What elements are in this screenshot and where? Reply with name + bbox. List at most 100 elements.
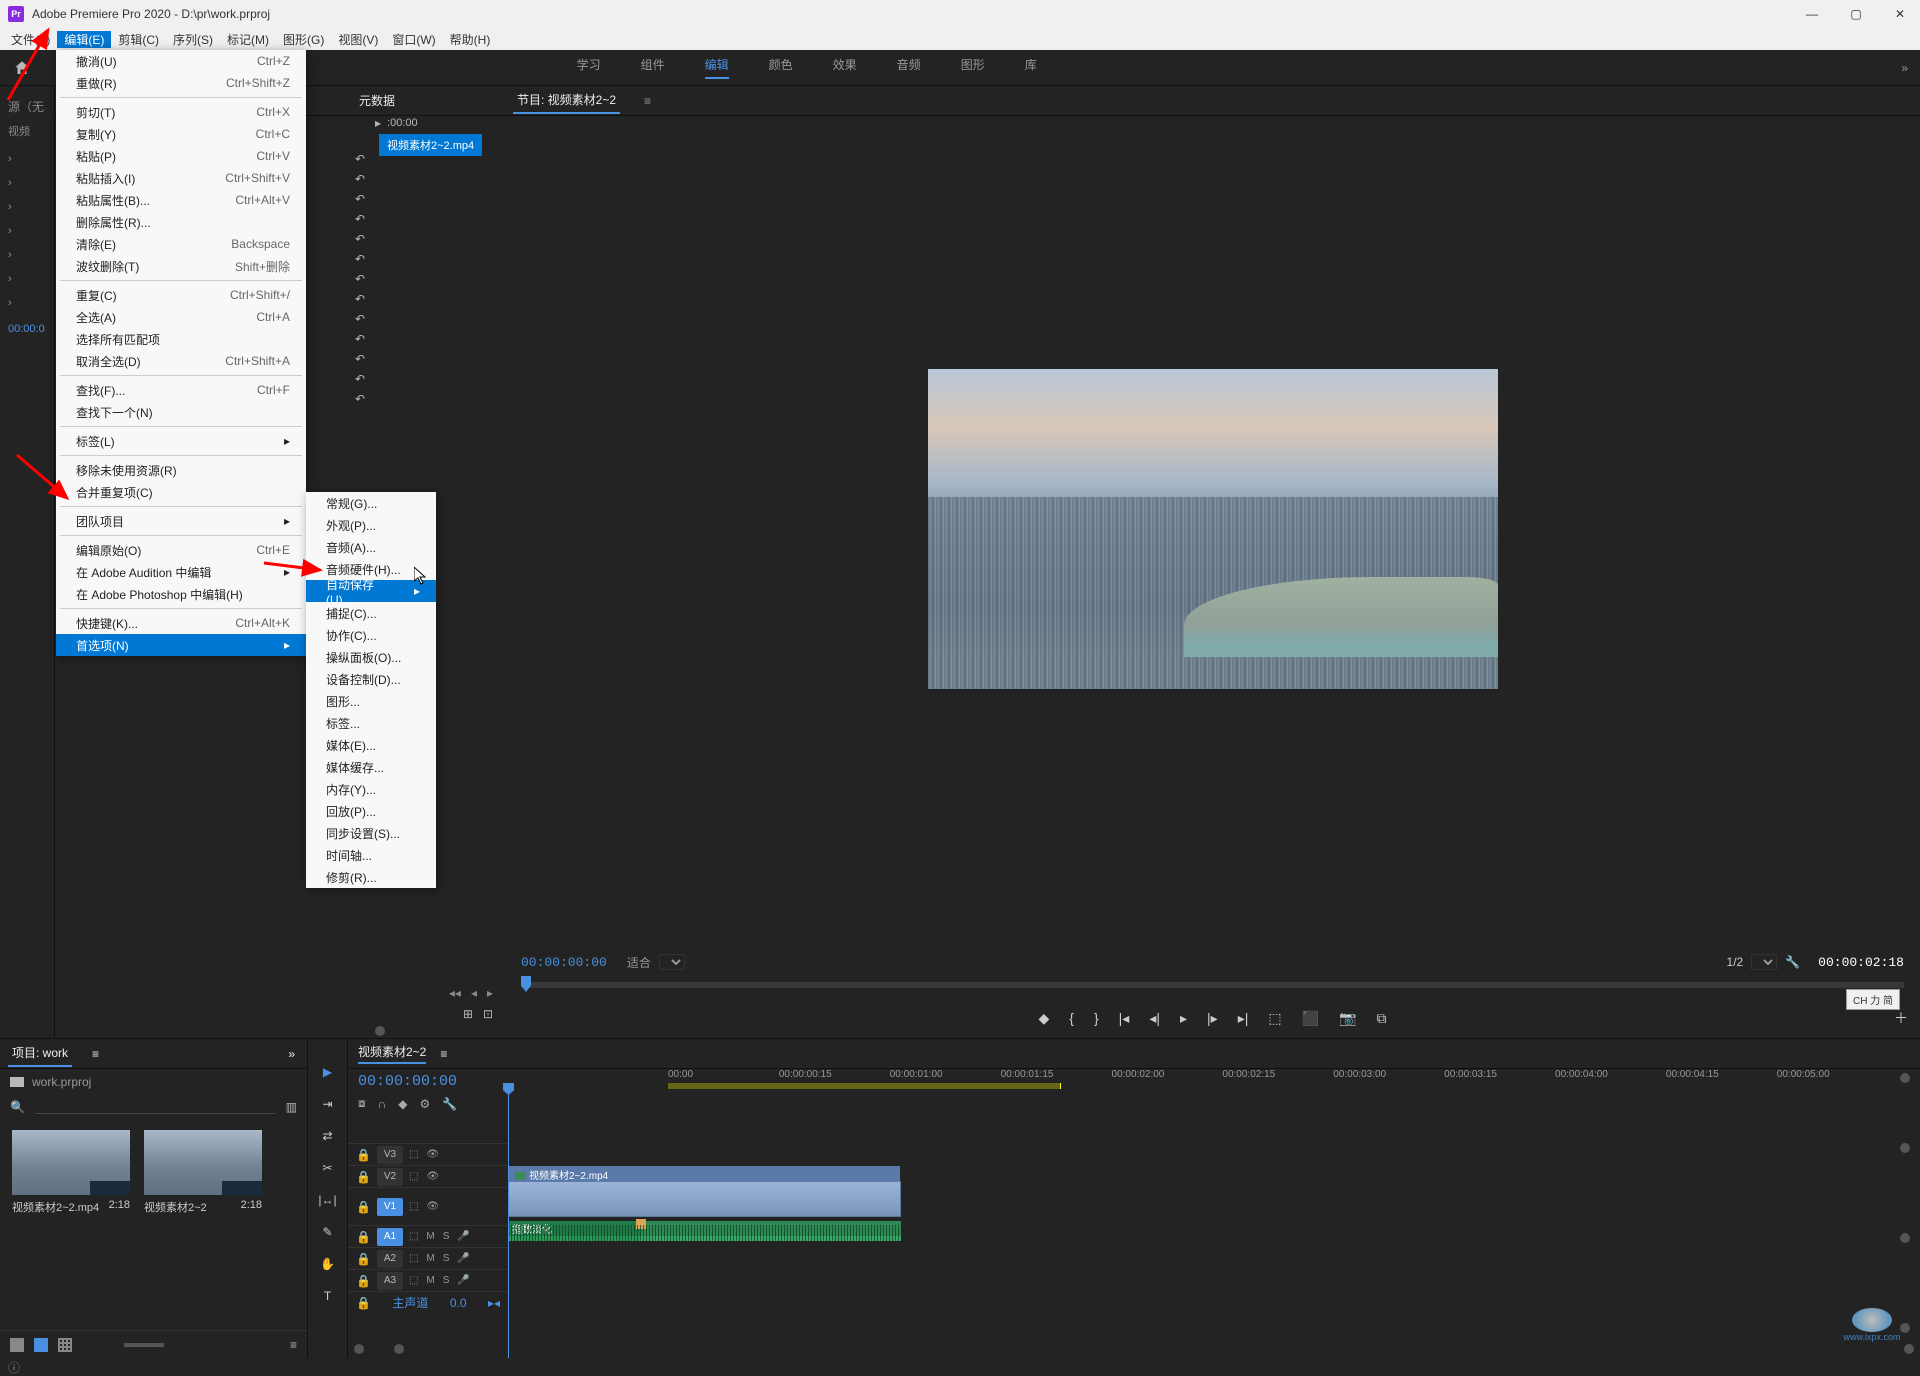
source-overwrite-icon[interactable]: ⊡: [483, 1007, 493, 1021]
program-scrubber[interactable]: [505, 974, 1920, 998]
mute-icon[interactable]: M: [426, 1231, 434, 1242]
search-icon[interactable]: 🔍: [10, 1100, 25, 1114]
video-clip[interactable]: 视频素材2~2.mp4: [508, 1181, 901, 1217]
workspace-audio[interactable]: 音频: [897, 56, 921, 79]
submenu-item[interactable]: 时间轴...: [306, 844, 436, 866]
menu-item[interactable]: 选择所有匹配项: [56, 328, 306, 350]
menu-item[interactable]: 查找(F)...Ctrl+F: [56, 379, 306, 401]
workspace-library[interactable]: 库: [1025, 56, 1037, 79]
lock-icon[interactable]: 🔒: [356, 1200, 371, 1214]
undo-loop-icon[interactable]: ↶: [355, 252, 365, 266]
vscroll-handle[interactable]: [1900, 1143, 1910, 1153]
workspace-edit[interactable]: 编辑: [705, 56, 729, 79]
ime-indicator[interactable]: CH 力 简: [1846, 989, 1900, 1010]
submenu-item[interactable]: 媒体缓存...: [306, 756, 436, 778]
export-frame-icon[interactable]: 📷: [1339, 1010, 1356, 1027]
mark-out-icon[interactable]: }: [1094, 1010, 1099, 1026]
type-tool-icon[interactable]: T: [317, 1287, 339, 1305]
track-a1[interactable]: A1: [377, 1228, 403, 1246]
workspace-assembly[interactable]: 组件: [641, 56, 665, 79]
pen-tool-icon[interactable]: ✎: [317, 1223, 339, 1241]
work-area[interactable]: [668, 1083, 1061, 1089]
solo-icon[interactable]: S: [443, 1275, 450, 1286]
submenu-item[interactable]: 同步设置(S)...: [306, 822, 436, 844]
menu-edit[interactable]: 编辑(E): [57, 31, 111, 48]
voice-icon[interactable]: 🎤: [457, 1231, 469, 1242]
undo-loop-icon[interactable]: ↶: [355, 292, 365, 306]
hscroll-handle[interactable]: [354, 1344, 364, 1354]
close-button[interactable]: ✕: [1888, 2, 1912, 26]
submenu-item[interactable]: 图形...: [306, 690, 436, 712]
toggle-output-icon[interactable]: ⬚: [409, 1149, 418, 1160]
lock-icon[interactable]: 🔒: [356, 1170, 371, 1184]
panel-menu-icon[interactable]: ≡: [440, 1047, 447, 1061]
toggle-sync-icon[interactable]: ⬚: [409, 1231, 418, 1242]
panel-menu-icon[interactable]: ≡: [88, 1043, 103, 1065]
menu-item[interactable]: 粘贴属性(B)...Ctrl+Alt+V: [56, 189, 306, 211]
undo-loop-icon[interactable]: ↶: [355, 312, 365, 326]
submenu-item[interactable]: 设备控制(D)...: [306, 668, 436, 690]
undo-loop-icon[interactable]: ↶: [355, 392, 365, 406]
slip-tool-icon[interactable]: |↔|: [317, 1191, 339, 1209]
hand-tool-icon[interactable]: ✋: [317, 1255, 339, 1273]
extract-icon[interactable]: ⬛: [1302, 1010, 1319, 1027]
workspace-graphics[interactable]: 图形: [961, 56, 985, 79]
track-v2[interactable]: V2: [377, 1168, 403, 1186]
toggle-eye-icon[interactable]: 👁: [426, 1201, 439, 1212]
maximize-button[interactable]: ▢: [1844, 2, 1868, 26]
mute-icon[interactable]: M: [426, 1253, 434, 1264]
track-a3[interactable]: A3: [377, 1272, 403, 1290]
undo-loop-icon[interactable]: ↶: [355, 332, 365, 346]
lift-icon[interactable]: ⬚: [1268, 1010, 1281, 1027]
new-bin-icon[interactable]: ▥: [286, 1100, 297, 1114]
source-nav-first-icon[interactable]: ◂◂: [449, 986, 461, 1000]
workspace-learn[interactable]: 学习: [577, 56, 601, 79]
menu-window[interactable]: 窗口(W): [385, 31, 442, 48]
submenu-item[interactable]: 协作(C)...: [306, 624, 436, 646]
track-v1[interactable]: V1: [377, 1198, 403, 1216]
vscroll-handle[interactable]: [1900, 1073, 1910, 1083]
zoom-slider[interactable]: [124, 1343, 164, 1347]
menu-help[interactable]: 帮助(H): [443, 31, 498, 48]
undo-loop-icon[interactable]: ↶: [355, 152, 365, 166]
toggle-output-icon[interactable]: ⬚: [409, 1171, 418, 1182]
selection-tool-icon[interactable]: ▶: [317, 1063, 339, 1081]
source-insert-icon[interactable]: ⊞: [463, 1007, 473, 1021]
step-fwd-icon[interactable]: |▸: [1207, 1010, 1218, 1027]
lock-icon[interactable]: 🔒: [356, 1252, 371, 1266]
menu-item[interactable]: 快捷键(K)...Ctrl+Alt+K: [56, 612, 306, 634]
submenu-item[interactable]: 内存(Y)...: [306, 778, 436, 800]
step-back-icon[interactable]: ◂|: [1149, 1010, 1160, 1027]
program-fit[interactable]: 适合: [627, 954, 651, 971]
solo-icon[interactable]: S: [443, 1231, 450, 1242]
toggle-sync-icon[interactable]: ⬚: [409, 1253, 418, 1264]
undo-loop-icon[interactable]: ↶: [355, 232, 365, 246]
menu-item[interactable]: 粘贴插入(I)Ctrl+Shift+V: [56, 167, 306, 189]
sort-icon[interactable]: ≡: [290, 1338, 297, 1352]
undo-loop-icon[interactable]: ↶: [355, 372, 365, 386]
panel-menu-icon[interactable]: ≡: [640, 90, 655, 112]
menu-graphics[interactable]: 图形(G): [276, 31, 331, 48]
mute-icon[interactable]: M: [426, 1275, 434, 1286]
mix-value[interactable]: 0.0: [450, 1296, 467, 1310]
undo-loop-icon[interactable]: ↶: [355, 192, 365, 206]
play-icon[interactable]: ▸: [1180, 1010, 1187, 1027]
menu-item[interactable]: 重做(R)Ctrl+Shift+Z: [56, 72, 306, 94]
submenu-item[interactable]: 操纵面板(O)...: [306, 646, 436, 668]
hscroll-handle[interactable]: [394, 1344, 404, 1354]
menu-item[interactable]: 清除(E)Backspace: [56, 233, 306, 255]
voice-icon[interactable]: 🎤: [457, 1253, 469, 1264]
project-item[interactable]: 视频素材2~2.mp42:18: [12, 1130, 130, 1215]
go-to-in-icon[interactable]: |◂: [1119, 1010, 1130, 1027]
source-nav-prev-icon[interactable]: ◂: [471, 986, 477, 1000]
menu-item[interactable]: 复制(Y)Ctrl+C: [56, 123, 306, 145]
undo-loop-icon[interactable]: ↶: [355, 272, 365, 286]
menu-item[interactable]: 取消全选(D)Ctrl+Shift+A: [56, 350, 306, 372]
menu-item[interactable]: 删除属性(R)...: [56, 211, 306, 233]
track-v3[interactable]: V3: [377, 1146, 403, 1164]
project-search-input[interactable]: [35, 1099, 276, 1114]
menu-sequence[interactable]: 序列(S): [166, 31, 220, 48]
snap-icon[interactable]: ⧇: [358, 1096, 366, 1111]
menu-item[interactable]: 在 Adobe Audition 中编辑▸: [56, 561, 306, 583]
project-item[interactable]: 视频素材2~22:18: [144, 1130, 262, 1215]
